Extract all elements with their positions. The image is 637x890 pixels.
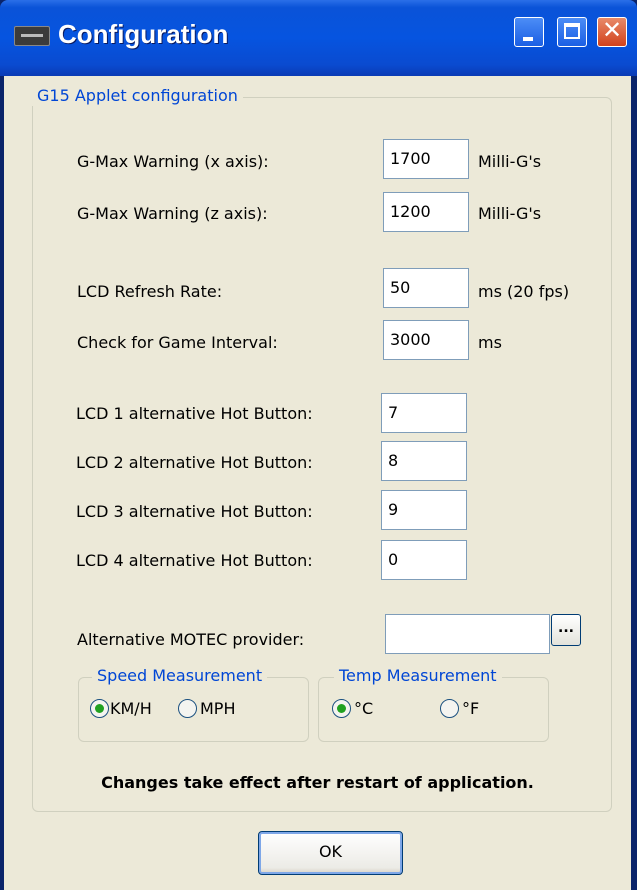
lcd4-hotbutton-input[interactable]: 0 [381, 540, 467, 580]
title-bar[interactable]: Configuration ✕ [0, 0, 637, 76]
gmax-x-unit: Milli-G's [478, 152, 542, 171]
minimize-button[interactable] [514, 17, 544, 47]
gmax-z-label: G-Max Warning (z axis): [77, 204, 268, 223]
celsius-radio[interactable] [332, 699, 351, 718]
kmh-radio[interactable] [90, 699, 109, 718]
minimize-icon [523, 37, 533, 41]
fahrenheit-radio[interactable] [440, 699, 459, 718]
window-title: Configuration [58, 19, 229, 49]
gmax-x-label: G-Max Warning (x axis): [77, 152, 269, 171]
lcd2-hotbutton-label: LCD 2 alternative Hot Button: [76, 453, 313, 472]
gmax-z-input[interactable]: 1200 [383, 192, 469, 232]
celsius-label[interactable]: °C [354, 699, 373, 719]
lcd1-hotbutton-label: LCD 1 alternative Hot Button: [76, 404, 313, 423]
group-title: G15 Applet configuration [32, 86, 243, 106]
game-interval-unit: ms [478, 333, 502, 352]
ok-button[interactable]: OK [258, 831, 403, 875]
game-interval-input[interactable]: 3000 [383, 320, 469, 360]
lcd4-hotbutton-label: LCD 4 alternative Hot Button: [76, 551, 313, 570]
close-icon: ✕ [601, 16, 623, 44]
dialog-body: G15 Applet configuration G-Max Warning (… [4, 76, 631, 890]
lcd2-hotbutton-input[interactable]: 8 [381, 441, 467, 481]
close-button[interactable]: ✕ [597, 16, 627, 47]
maximize-icon [564, 23, 580, 39]
lcd-refresh-label: LCD Refresh Rate: [77, 282, 223, 301]
mph-radio[interactable] [178, 699, 197, 718]
browse-button[interactable]: ... [551, 614, 581, 646]
gmax-x-input[interactable]: 1700 [383, 139, 469, 179]
gmax-z-unit: Milli-G's [478, 204, 542, 223]
game-interval-label: Check for Game Interval: [77, 333, 278, 352]
temp-measurement-group [318, 677, 549, 742]
motec-provider-input[interactable] [385, 614, 550, 654]
lcd3-hotbutton-label: LCD 3 alternative Hot Button: [76, 502, 313, 521]
motec-provider-label: Alternative MOTEC provider: [77, 630, 305, 649]
lcd-refresh-unit: ms (20 fps) [478, 282, 570, 301]
app-icon [14, 26, 50, 46]
restart-note: Changes take effect after restart of app… [101, 773, 534, 792]
lcd-refresh-input[interactable]: 50 [383, 268, 469, 308]
lcd1-hotbutton-input[interactable]: 7 [381, 393, 467, 433]
kmh-label[interactable]: KM/H [110, 699, 152, 719]
fahrenheit-label[interactable]: °F [462, 699, 479, 719]
lcd3-hotbutton-input[interactable]: 9 [381, 490, 467, 530]
mph-label[interactable]: MPH [200, 699, 235, 719]
configuration-window: Configuration ✕ G15 Applet configuration… [0, 0, 637, 890]
speed-measurement-title: Speed Measurement [92, 666, 268, 686]
temp-measurement-title: Temp Measurement [334, 666, 502, 686]
maximize-button[interactable] [557, 17, 587, 47]
